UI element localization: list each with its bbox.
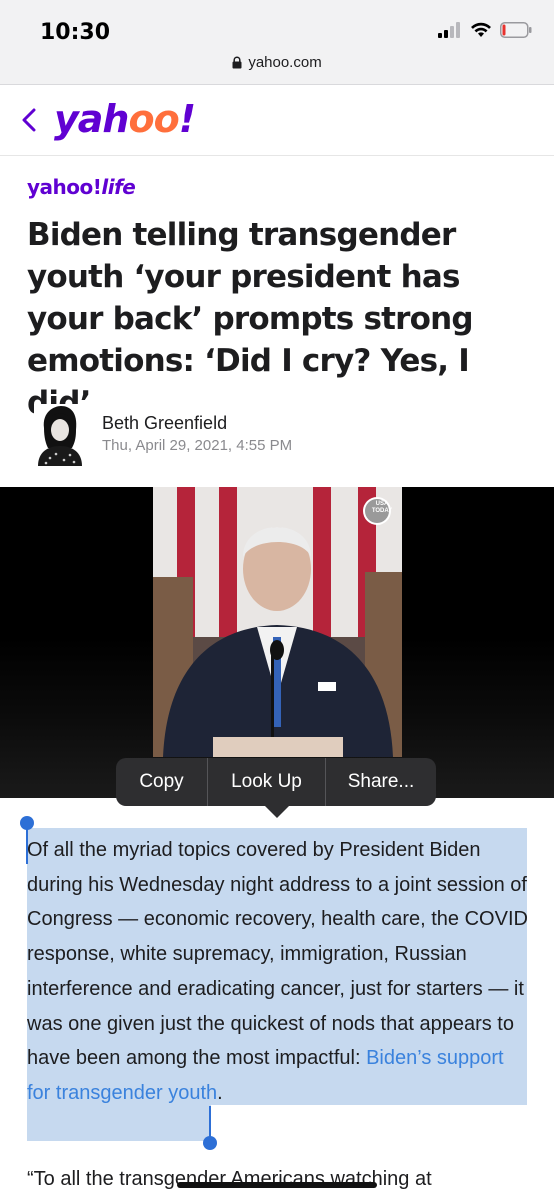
look-up-menu-item[interactable]: Look Up — [208, 758, 325, 806]
article-headline: Biden telling transgender youth ‘your pr… — [27, 217, 474, 421]
article-paragraph: Of all the myriad topics covered by Pres… — [27, 833, 532, 1111]
status-bar: 10:30 — [0, 0, 554, 52]
status-time: 10:30 — [40, 20, 111, 45]
video-player[interactable]: USA TODAY — [0, 487, 554, 798]
paragraph-end: . — [217, 1081, 223, 1104]
share-menu-item[interactable]: Share... — [326, 758, 436, 806]
battery-icon — [500, 22, 532, 38]
url-domain: yahoo.com — [248, 54, 322, 71]
copy-menu-item[interactable]: Copy — [116, 758, 207, 806]
chevron-left-icon[interactable] — [18, 107, 42, 133]
section-logo-name: life — [101, 175, 136, 199]
article-paragraph-2: “To all the transgender Americans watchi… — [27, 1168, 432, 1190]
wifi-icon — [471, 22, 491, 37]
selection-start-caret[interactable] — [26, 828, 28, 864]
status-icons — [438, 22, 532, 38]
author-name[interactable]: Beth Greenfield — [102, 413, 227, 434]
context-menu-pointer — [265, 806, 289, 818]
cellular-signal-icon — [438, 22, 460, 38]
paragraph-text: Of all the myriad topics covered by Pres… — [27, 839, 528, 1070]
video-thumbnail[interactable] — [153, 487, 402, 757]
address-bar[interactable]: yahoo.com — [0, 52, 554, 85]
author-avatar — [34, 404, 86, 466]
selection-end-handle[interactable] — [203, 1136, 217, 1150]
url-display[interactable]: yahoo.com — [232, 54, 322, 71]
yahoo-logo[interactable]: yahoo! — [54, 97, 196, 141]
video-source-badge: USA TODAY — [371, 501, 393, 514]
yahoo-life-logo[interactable]: yahoo!life — [27, 175, 136, 199]
site-header: yahoo! — [0, 85, 554, 156]
section-logo-brand: yahoo! — [27, 175, 102, 199]
home-indicator[interactable] — [177, 1182, 377, 1188]
lock-icon — [232, 56, 242, 69]
text-context-menu: Copy Look Up Share... — [116, 758, 436, 806]
publish-date: Thu, April 29, 2021, 4:55 PM — [102, 437, 293, 454]
